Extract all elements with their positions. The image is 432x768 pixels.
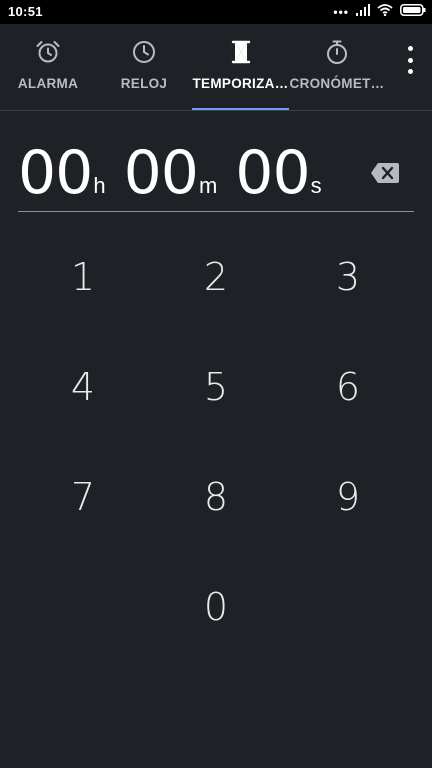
- tab-alarm[interactable]: ALARMA: [10, 24, 86, 110]
- more-options-dot: [407, 46, 413, 51]
- keypad-key-6[interactable]: 6: [293, 342, 403, 432]
- timer-screen: 10:51 ••• ALARMA RELOJ TEMPORIZA… CRONÓM…: [0, 0, 432, 768]
- timer-display: 00 h 00 m 00 s: [18, 138, 322, 208]
- tab-alarm-label: ALARMA: [17, 76, 79, 91]
- more-options-dot: [407, 57, 413, 63]
- display-underline: [18, 211, 414, 212]
- keypad-key-8[interactable]: 8: [161, 452, 271, 542]
- backspace-icon[interactable]: [370, 162, 400, 184]
- keypad-key-4[interactable]: 4: [28, 342, 138, 432]
- seconds-unit: s: [310, 173, 322, 198]
- battery-icon: [400, 3, 426, 21]
- minutes-value: 00: [123, 138, 199, 208]
- tab-stopwatch-label: CRONÓMET…: [289, 76, 385, 91]
- status-icons: •••: [333, 3, 426, 21]
- keypad-key-3[interactable]: 3: [293, 232, 403, 322]
- tab-stopwatch[interactable]: CRONÓMET…: [290, 24, 384, 110]
- keypad-key-0[interactable]: 0: [161, 562, 271, 652]
- tab-bar: ALARMA RELOJ TEMPORIZA… CRONÓMET…: [0, 24, 432, 111]
- status-time: 10:51: [8, 4, 43, 19]
- notification-dots: •••: [333, 5, 349, 19]
- wifi-icon: [377, 3, 393, 21]
- minutes-unit: m: [198, 173, 218, 198]
- more-options-dot: [407, 69, 413, 74]
- keypad-key-2[interactable]: 2: [161, 232, 271, 322]
- status-bar: 10:51 •••: [0, 0, 432, 24]
- tab-clock-label: RELOJ: [120, 76, 168, 91]
- keypad-key-5[interactable]: 5: [161, 342, 271, 432]
- tab-clock[interactable]: RELOJ: [106, 24, 182, 110]
- keypad-key-7[interactable]: 7: [28, 452, 138, 542]
- stopwatch-icon: [323, 38, 351, 66]
- seconds-value: 00: [235, 138, 310, 208]
- keypad-key-1[interactable]: 1: [28, 232, 138, 322]
- more-options-icon[interactable]: [404, 46, 416, 74]
- clock-icon: [130, 38, 158, 66]
- hourglass-icon: [227, 38, 255, 66]
- keypad-key-9[interactable]: 9: [293, 452, 403, 542]
- signal-icon: [356, 3, 370, 21]
- tab-bar-divider: [0, 110, 432, 111]
- hours-unit: h: [93, 173, 106, 198]
- alarm-clock-icon: [34, 38, 62, 66]
- tab-timer-label: TEMPORIZA…: [192, 76, 289, 91]
- tab-timer[interactable]: TEMPORIZA…: [192, 24, 289, 110]
- hours-value: 00: [18, 138, 93, 208]
